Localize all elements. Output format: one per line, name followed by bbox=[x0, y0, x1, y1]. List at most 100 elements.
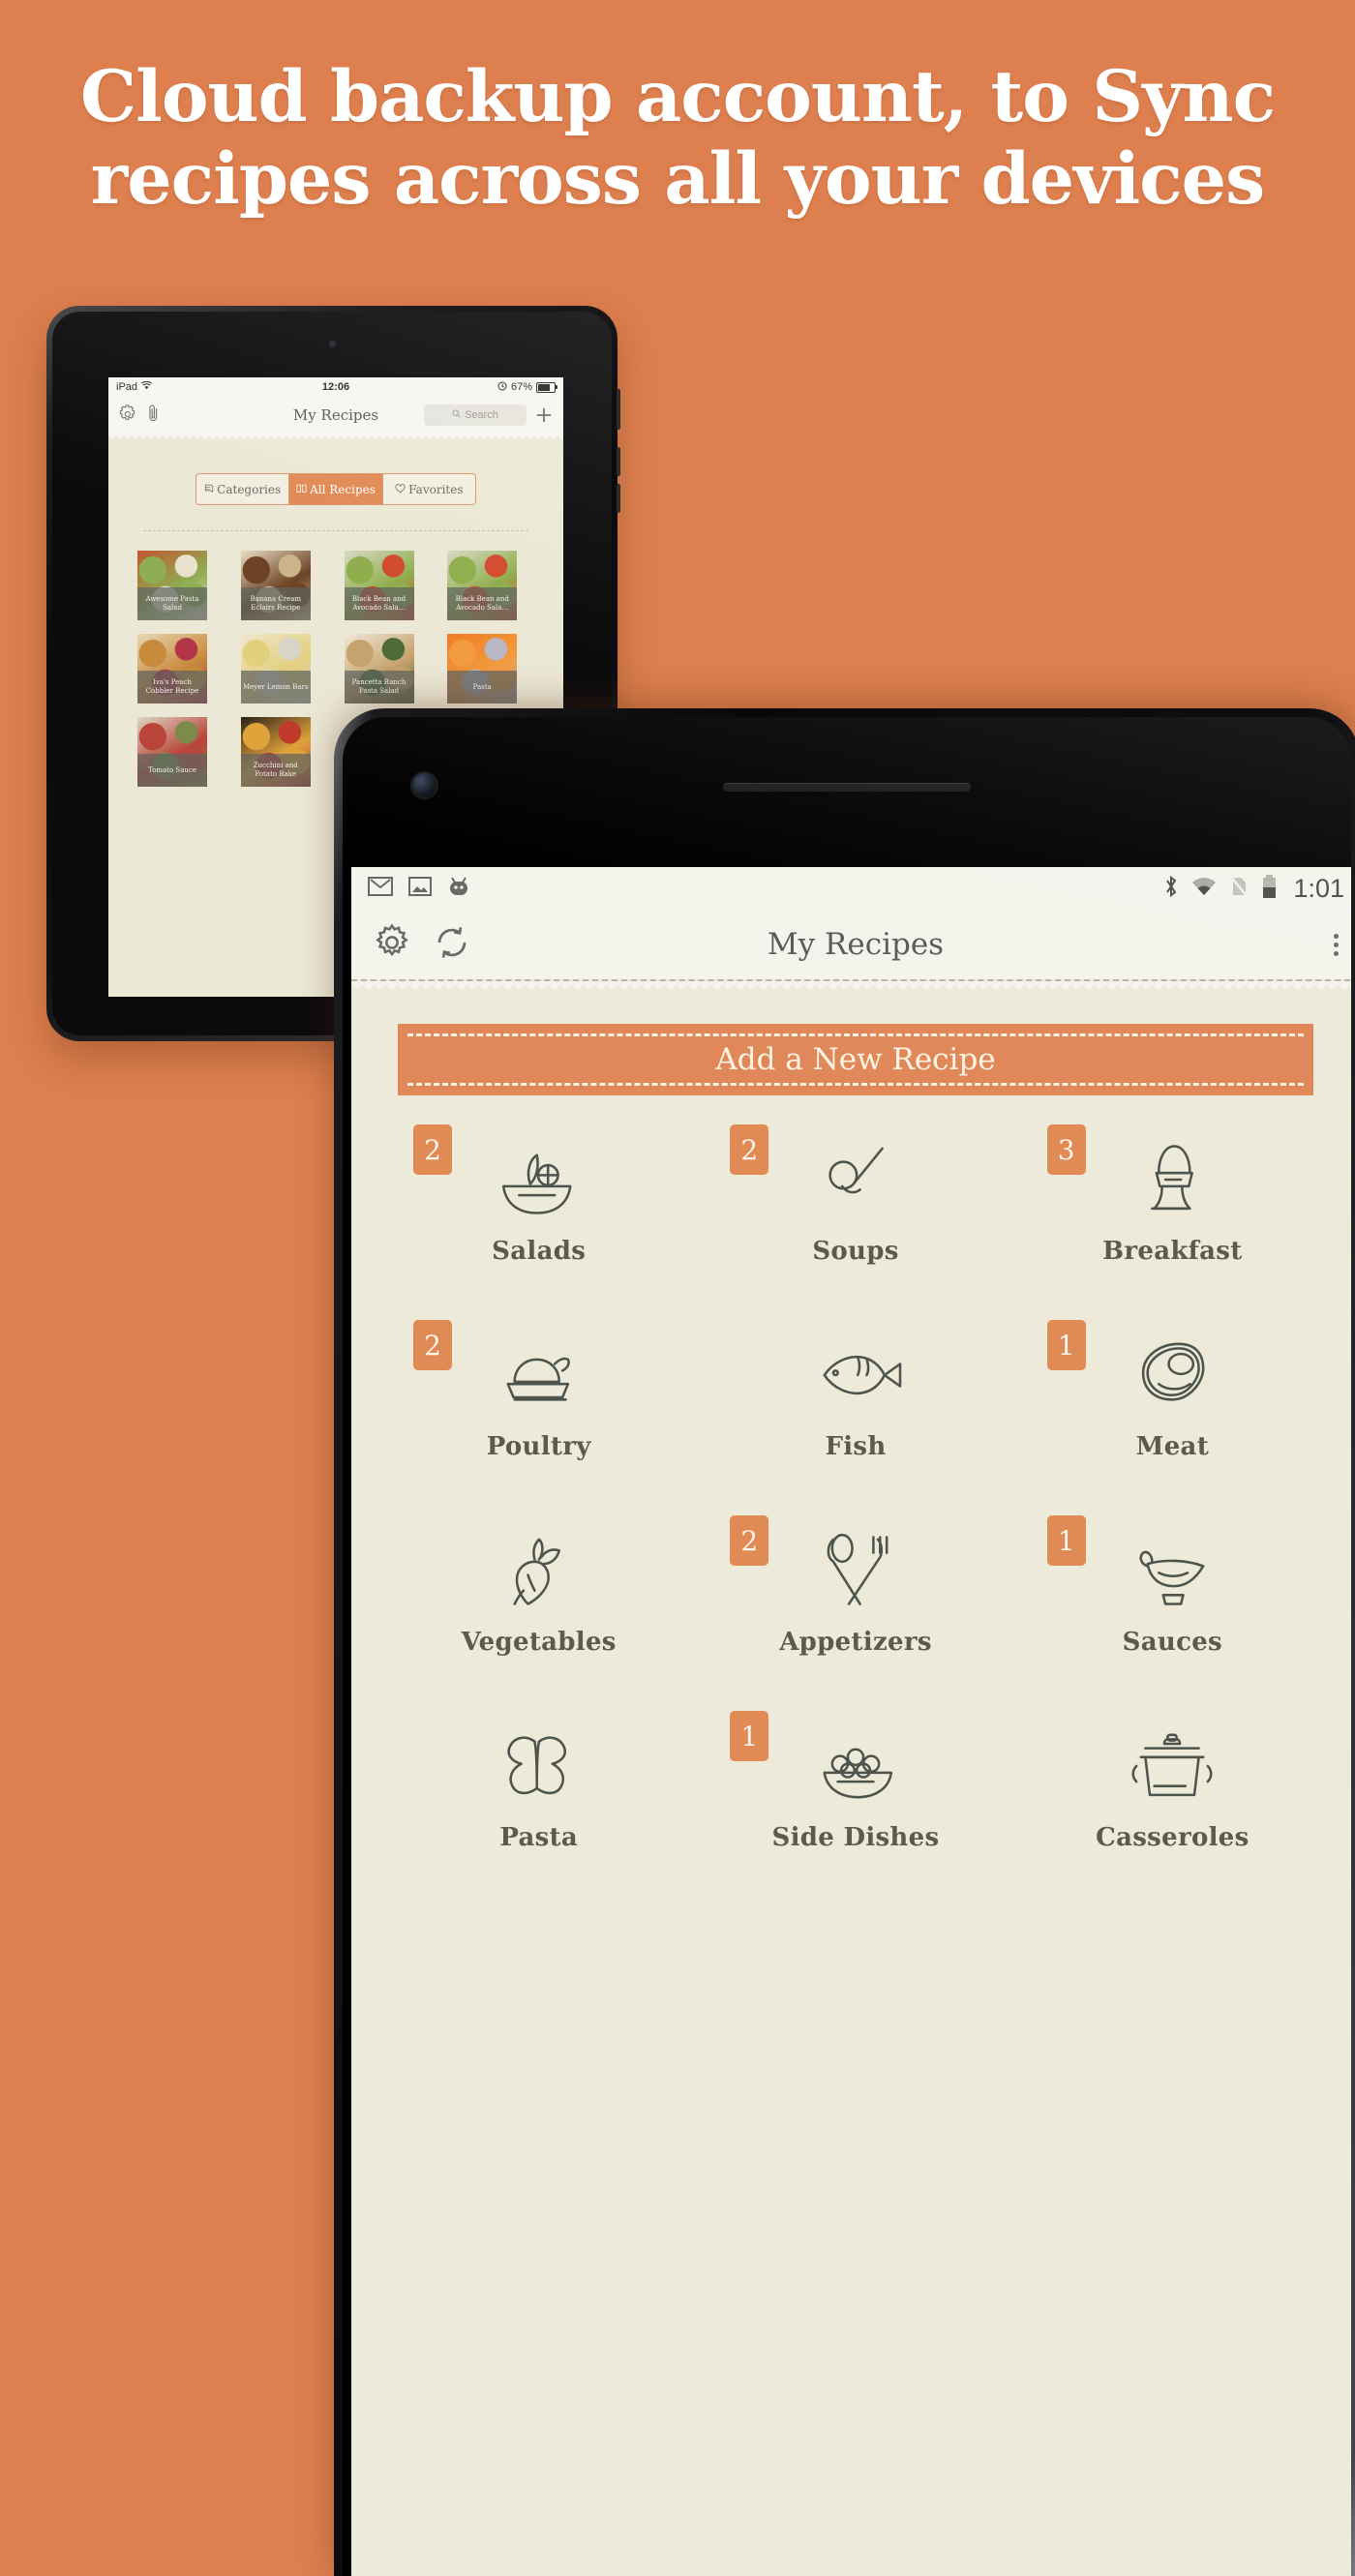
rotation-lock-icon bbox=[497, 381, 507, 394]
android-app-header: My Recipes bbox=[351, 910, 1351, 979]
category-label: Salads bbox=[492, 1237, 587, 1266]
no-sim-icon bbox=[1229, 875, 1249, 903]
category-grid: 2 Salads 2 Soups 3 Breakfast 2 Poultry Fish 1 Meat… bbox=[351, 1123, 1351, 1883]
ios-carrier-label: iPad bbox=[116, 381, 138, 393]
phone-earpiece-speaker bbox=[723, 783, 971, 792]
search-input[interactable]: Search bbox=[424, 404, 527, 426]
ladle-icon bbox=[807, 1123, 904, 1237]
ipad-volume-up-button[interactable] bbox=[617, 447, 620, 476]
farfalle-icon bbox=[491, 1709, 587, 1823]
category-item-fish[interactable]: Fish bbox=[697, 1318, 1013, 1492]
recipe-card[interactable]: Pasta bbox=[447, 634, 518, 704]
category-label: Poultry bbox=[486, 1432, 591, 1461]
ipad-volume-down-button[interactable] bbox=[617, 484, 620, 513]
battery-percent-label: 67% bbox=[510, 381, 532, 393]
casserole-pot-icon bbox=[1124, 1709, 1220, 1823]
salad-bowl-icon bbox=[491, 1123, 587, 1237]
recipe-title: Zucchini and Potato Bake bbox=[240, 754, 311, 787]
ios-status-left: iPad bbox=[116, 380, 152, 393]
image-icon bbox=[407, 875, 433, 903]
tab-all-recipes-label: All Recipes bbox=[310, 482, 376, 496]
fish-icon bbox=[807, 1318, 904, 1432]
recipe-title: Meyer Lemon Bars bbox=[240, 671, 311, 704]
ipad-power-button[interactable] bbox=[617, 389, 620, 430]
category-item-pasta[interactable]: Pasta bbox=[380, 1709, 697, 1883]
recipe-card[interactable]: Awesome Pasta Salad bbox=[137, 551, 207, 620]
recipe-card[interactable]: Black Bean and Avocado Sala… bbox=[344, 551, 414, 620]
android-clock: 1:01 bbox=[1293, 873, 1344, 903]
gear-icon[interactable] bbox=[118, 404, 136, 427]
ipad-zigzag-divider bbox=[108, 434, 563, 440]
page-title: Cloud backup account, to Sync recipes ac… bbox=[79, 55, 1276, 221]
recipe-title: Awesome Pasta Salad bbox=[137, 587, 207, 620]
gmail-icon bbox=[367, 875, 394, 903]
category-label: Meat bbox=[1135, 1432, 1210, 1461]
ipad-segmented-control[interactable]: Categories All Recipes Favorites bbox=[196, 473, 476, 505]
android-zigzag-divider bbox=[351, 981, 1351, 991]
category-count-badge: 1 bbox=[1046, 1320, 1086, 1370]
recipe-card[interactable]: Meyer Lemon Bars bbox=[240, 634, 311, 704]
tab-favorites[interactable]: Favorites bbox=[383, 474, 475, 504]
recipe-title: Pancetta Ranch Pasta Salad bbox=[344, 671, 414, 704]
phone-bezel: 1:01 My Recipes Add a New Recipe 2 Salads… bbox=[343, 717, 1351, 2576]
category-item-salads[interactable]: 2 Salads bbox=[380, 1123, 697, 1297]
phone-screen: 1:01 My Recipes Add a New Recipe 2 Salads… bbox=[351, 867, 1351, 2576]
recipe-title: Banana Cream Eclairs Recipe bbox=[240, 587, 311, 620]
overflow-menu-icon[interactable] bbox=[1334, 933, 1339, 956]
gravy-boat-icon bbox=[1124, 1513, 1220, 1628]
paperclip-icon[interactable] bbox=[148, 404, 159, 428]
category-item-side-dishes[interactable]: 1 Side Dishes bbox=[697, 1709, 1013, 1883]
recipe-card[interactable]: Pancetta Ranch Pasta Salad bbox=[344, 634, 414, 704]
category-count-badge: 1 bbox=[730, 1711, 769, 1761]
recipe-title: Iva's Peach Cobbler Recipe bbox=[137, 671, 207, 704]
recipe-card[interactable]: Black Bean and Avocado Sala… bbox=[447, 551, 518, 620]
phone-front-camera-icon bbox=[412, 773, 437, 797]
open-book-icon bbox=[296, 483, 307, 496]
category-count-badge: 2 bbox=[730, 1124, 769, 1175]
ipad-front-camera-icon bbox=[328, 340, 337, 348]
ipad-top-notch bbox=[309, 312, 355, 318]
recipe-title: Black Bean and Avocado Sala… bbox=[344, 587, 414, 620]
android-status-bar: 1:01 bbox=[351, 867, 1351, 910]
add-new-recipe-label: Add a New Recipe bbox=[715, 1042, 996, 1077]
tab-categories[interactable]: Categories bbox=[196, 474, 290, 504]
heart-icon bbox=[395, 483, 406, 496]
ios-status-bar: iPad 12:06 67% bbox=[108, 377, 563, 397]
category-item-appetizers[interactable]: 2 Appetizers bbox=[697, 1513, 1013, 1688]
wifi-icon bbox=[1191, 876, 1217, 902]
roast-chicken-icon bbox=[491, 1318, 587, 1432]
android-page-title: My Recipes bbox=[767, 927, 945, 962]
category-item-poultry[interactable]: 2 Poultry bbox=[380, 1318, 697, 1492]
android-phone-device: 1:01 My Recipes Add a New Recipe 2 Salads… bbox=[334, 708, 1355, 2576]
ios-status-right: 67% bbox=[497, 381, 557, 394]
plus-icon[interactable] bbox=[534, 407, 554, 423]
android-icon bbox=[446, 875, 471, 903]
ipad-divider bbox=[143, 530, 528, 531]
tab-all-recipes[interactable]: All Recipes bbox=[289, 474, 383, 504]
gear-icon[interactable] bbox=[373, 923, 411, 967]
category-item-meat[interactable]: 1 Meat bbox=[1014, 1318, 1331, 1492]
recipe-card[interactable]: Zucchini and Potato Bake bbox=[240, 717, 311, 787]
book-stack-icon bbox=[204, 483, 214, 496]
sync-icon[interactable] bbox=[433, 923, 471, 967]
android-system-icons: 1:01 bbox=[1163, 874, 1344, 904]
category-item-soups[interactable]: 2 Soups bbox=[697, 1123, 1013, 1297]
recipe-title: Tomato Sauce bbox=[137, 754, 207, 787]
category-label: Casseroles bbox=[1096, 1823, 1250, 1852]
category-label: Pasta bbox=[499, 1823, 579, 1852]
category-label: Vegetables bbox=[461, 1628, 617, 1657]
category-item-breakfast[interactable]: 3 Breakfast bbox=[1014, 1123, 1331, 1297]
add-new-recipe-button[interactable]: Add a New Recipe bbox=[398, 1024, 1313, 1095]
recipe-title: Black Bean and Avocado Sala… bbox=[447, 587, 518, 620]
category-item-sauces[interactable]: 1 Sauces bbox=[1014, 1513, 1331, 1688]
wifi-icon bbox=[141, 380, 152, 393]
egg-cup-icon bbox=[1124, 1123, 1220, 1237]
category-count-badge: 2 bbox=[730, 1515, 769, 1566]
recipe-card[interactable]: Iva's Peach Cobbler Recipe bbox=[137, 634, 207, 704]
category-item-casseroles[interactable]: Casseroles bbox=[1014, 1709, 1331, 1883]
category-item-vegetables[interactable]: Vegetables bbox=[380, 1513, 697, 1688]
recipe-card[interactable]: Banana Cream Eclairs Recipe bbox=[240, 551, 311, 620]
category-label: Side Dishes bbox=[771, 1823, 940, 1852]
recipe-card[interactable]: Tomato Sauce bbox=[137, 717, 207, 787]
category-count-badge: 3 bbox=[1046, 1124, 1086, 1175]
